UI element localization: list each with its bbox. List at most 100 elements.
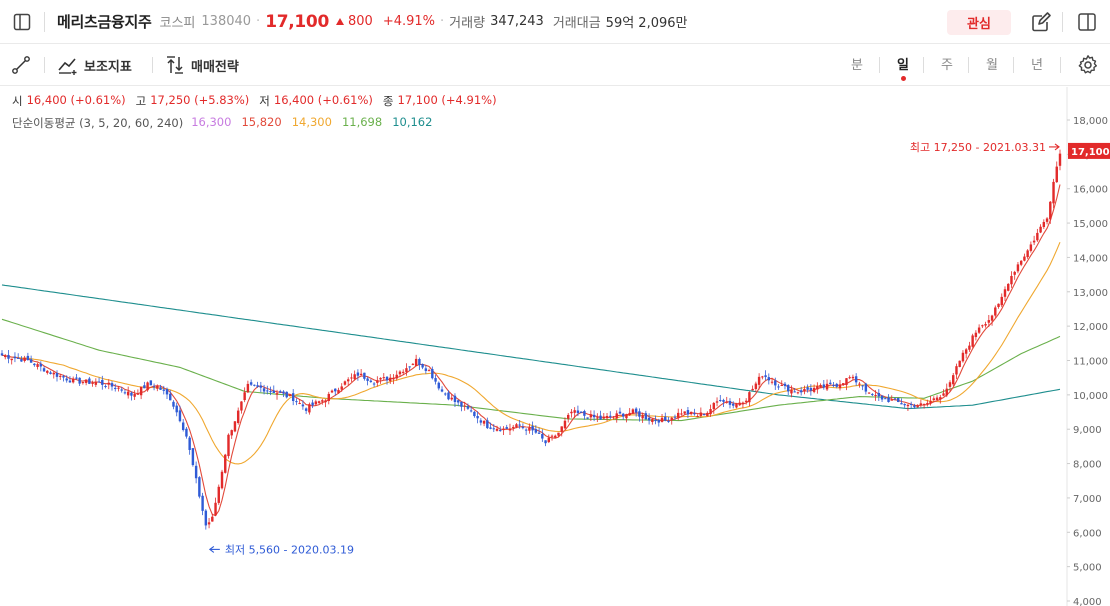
- candle-body: [592, 414, 596, 418]
- candle-body: [13, 356, 17, 359]
- candle-body: [298, 402, 301, 404]
- candle-body: [751, 388, 754, 391]
- candle-body: [201, 495, 204, 511]
- candle-body: [968, 345, 971, 350]
- candle-body: [376, 380, 379, 383]
- candle-body: [408, 366, 411, 368]
- candle-body: [126, 391, 130, 396]
- candle-body: [654, 420, 657, 422]
- candle-body: [612, 416, 615, 418]
- candle-body: [819, 384, 822, 388]
- candle-body: [557, 432, 560, 436]
- candle-body: [162, 389, 165, 391]
- candle-body: [26, 355, 30, 361]
- candle-body: [864, 383, 868, 392]
- candle-body: [181, 422, 185, 430]
- period-minute[interactable]: 분: [845, 54, 869, 73]
- candle-body: [437, 382, 441, 389]
- candle-body: [524, 429, 528, 431]
- ma20-line: [1, 241, 1061, 465]
- ma240-line: [1, 284, 1061, 410]
- chart-toolbar: 보조지표 매매전략 분 일 주 월 년: [0, 44, 1110, 86]
- candle-body: [502, 428, 505, 431]
- candle-body: [130, 392, 133, 396]
- candle-body: [625, 414, 628, 419]
- candle-body: [68, 380, 72, 383]
- price-chart[interactable]: 18,00017,00016,00015,00014,00013,00012,0…: [0, 87, 1110, 606]
- favorite-button[interactable]: 관심: [947, 10, 1011, 35]
- candle-body: [880, 395, 884, 400]
- candle-body: [615, 413, 618, 419]
- candle-body: [971, 335, 974, 347]
- right-panel-toggle-icon[interactable]: [1074, 9, 1100, 35]
- candle-body: [932, 398, 936, 401]
- candle-body: [372, 383, 376, 385]
- indicator-button[interactable]: 보조지표: [57, 52, 132, 78]
- candle-body: [337, 389, 340, 394]
- candle-body: [52, 372, 55, 375]
- candle-body: [1013, 271, 1016, 275]
- candle-body: [211, 516, 214, 522]
- candle-body: [994, 307, 997, 316]
- candle-body: [311, 402, 314, 406]
- settings-gear-icon[interactable]: [1076, 53, 1100, 77]
- candle-body: [903, 404, 906, 406]
- volume-label: 거래량: [449, 16, 486, 31]
- candle-body: [573, 410, 576, 413]
- candle-body: [499, 429, 502, 432]
- candle-body: [877, 392, 881, 397]
- candle-body: [680, 413, 683, 415]
- period-year[interactable]: 년: [1025, 54, 1049, 73]
- candle-body: [272, 390, 275, 393]
- candle-body: [217, 486, 220, 503]
- candle-body: [842, 383, 845, 385]
- candle-body: [46, 370, 49, 373]
- candle-body: [922, 403, 926, 405]
- candle-body: [172, 401, 175, 407]
- draw-line-icon[interactable]: [10, 52, 32, 78]
- candle-body: [550, 435, 554, 437]
- candle-body: [71, 378, 75, 383]
- candle-body: [952, 375, 955, 385]
- candle-body: [308, 404, 311, 413]
- candle-body: [767, 377, 771, 381]
- candle-body: [851, 376, 855, 379]
- candle-body: [515, 424, 518, 428]
- candle-body: [926, 402, 929, 404]
- candle-body: [88, 378, 91, 384]
- candle-body: [657, 420, 661, 423]
- sidebar-toggle-icon[interactable]: [0, 0, 44, 44]
- candle-body: [356, 372, 360, 376]
- candle-body: [114, 387, 117, 389]
- candle-body: [799, 390, 803, 393]
- period-week[interactable]: 주: [935, 54, 959, 73]
- market-name: 코스피: [159, 16, 196, 31]
- candle-body: [1055, 166, 1058, 183]
- candle-body: [874, 394, 877, 396]
- candle-body: [301, 404, 305, 407]
- candle-body: [295, 401, 298, 403]
- candle-body: [230, 430, 233, 436]
- candle-body: [143, 385, 146, 389]
- candle-body: [291, 393, 295, 402]
- candle-body: [854, 376, 858, 383]
- candle-body: [534, 429, 538, 433]
- y-tick-label: 4,000: [1073, 597, 1102, 606]
- candle-body: [304, 408, 308, 411]
- candle-body: [563, 420, 567, 429]
- candle-body: [722, 399, 725, 402]
- candle-body: [327, 393, 330, 401]
- candle-body: [243, 392, 246, 401]
- period-month[interactable]: 월: [980, 54, 1004, 73]
- candle-body: [398, 371, 402, 375]
- strategy-button[interactable]: 매매전략: [164, 52, 239, 78]
- candle-body: [75, 377, 78, 379]
- edit-icon[interactable]: [1028, 9, 1054, 35]
- period-day[interactable]: 일: [891, 54, 915, 73]
- candle-body: [544, 440, 547, 444]
- candle-body: [262, 388, 266, 392]
- candle-body: [761, 376, 764, 378]
- candle-body: [845, 378, 848, 386]
- candle-body: [780, 385, 783, 387]
- candle-body: [537, 432, 541, 434]
